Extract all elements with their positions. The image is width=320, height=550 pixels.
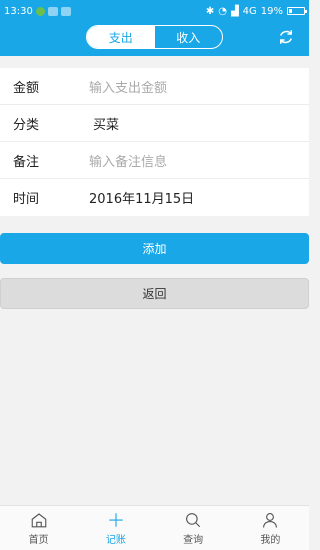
battery-percent: 19% <box>260 5 283 17</box>
time-row[interactable]: 时间 2016年11月15日 <box>0 179 309 216</box>
tab-income[interactable]: 收入 <box>155 26 223 48</box>
tab-mine[interactable]: 我的 <box>232 506 309 550</box>
back-button[interactable]: 返回 <box>0 278 309 309</box>
entry-form: 金额 输入支出金额 分类 买菜 备注 输入备注信息 时间 2016年11月15日 <box>0 68 309 216</box>
header: 支出 收入 <box>0 22 309 56</box>
status-right: ✱ ◔ ▟ 4G 19% <box>205 5 307 17</box>
signal-icon: ▟ <box>230 5 239 17</box>
note-row[interactable]: 备注 输入备注信息 <box>0 142 309 179</box>
notification-icon <box>47 6 58 16</box>
wifi-icon: ◔ <box>218 5 227 17</box>
bluetooth-icon: ✱ <box>205 5 215 17</box>
bottom-tabbar: 首页 记账 查询 我的 <box>0 505 309 550</box>
status-left: 13:30 <box>4 6 71 17</box>
tab-expense[interactable]: 支出 <box>87 26 155 48</box>
note-label: 备注 <box>13 154 40 170</box>
tab-home[interactable]: 首页 <box>0 506 77 550</box>
notification-icon <box>35 6 45 16</box>
category-row[interactable]: 分类 买菜 <box>0 105 309 142</box>
time-label: 时间 <box>13 192 40 207</box>
type-switch: 支出 收入 <box>86 25 223 49</box>
add-button[interactable]: 添加 <box>0 233 309 264</box>
network-type: 4G <box>242 5 257 17</box>
refresh-icon[interactable] <box>277 28 295 46</box>
tab-search-label: 查询 <box>183 534 204 546</box>
status-bar: 13:30 ✱ ◔ ▟ 4G 19% <box>0 0 309 22</box>
tab-record[interactable]: 记账 <box>77 506 154 550</box>
battery-icon <box>287 7 307 15</box>
tab-home-label: 首页 <box>28 534 49 546</box>
notification-icon <box>60 6 71 16</box>
amount-input[interactable]: 输入支出金额 <box>89 77 167 96</box>
category-value[interactable]: 买菜 <box>93 114 119 133</box>
time-value[interactable]: 2016年11月15日 <box>89 188 194 207</box>
home-icon <box>31 512 46 527</box>
tab-mine-label: 我的 <box>260 534 281 546</box>
note-input[interactable]: 输入备注信息 <box>89 151 167 170</box>
tab-search[interactable]: 查询 <box>155 506 232 550</box>
amount-label: 金额 <box>13 80 40 96</box>
plus-icon <box>109 512 123 527</box>
search-icon <box>186 512 201 527</box>
category-label: 分类 <box>13 117 40 133</box>
user-icon <box>263 512 278 528</box>
amount-row[interactable]: 金额 输入支出金额 <box>0 68 309 105</box>
status-time: 13:30 <box>4 5 33 17</box>
tab-record-label: 记账 <box>105 534 126 546</box>
